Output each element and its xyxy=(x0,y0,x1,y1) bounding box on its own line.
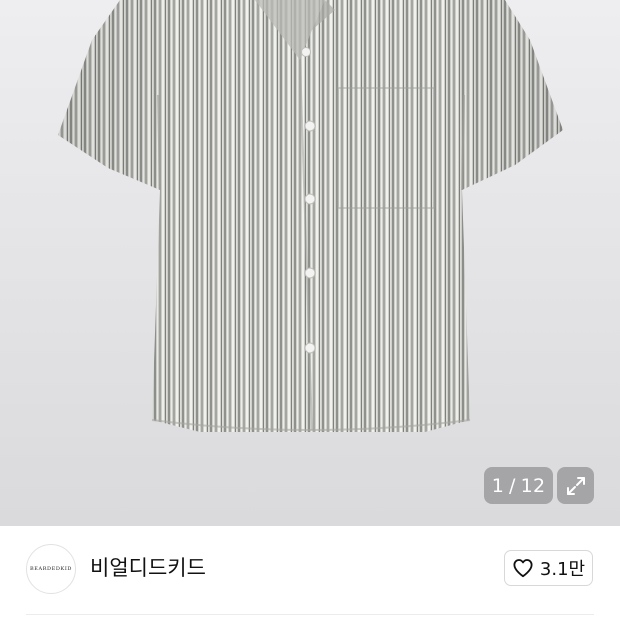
product-image xyxy=(58,0,563,432)
section-divider xyxy=(26,614,594,615)
store-row: BEARDEDKID 비얼디드키드 3.1만 xyxy=(0,526,620,620)
heart-icon xyxy=(513,559,533,578)
expand-image-button[interactable] xyxy=(557,467,594,504)
image-counter-separator: / xyxy=(509,474,516,497)
product-detail-screen: 1 / 12 BEARDEDKID 비얼디드키드 3.1만 xyxy=(0,0,620,620)
expand-icon xyxy=(566,476,585,495)
image-counter-current: 1 xyxy=(491,474,505,497)
image-counter: 1 / 12 xyxy=(484,467,553,504)
like-count: 3.1만 xyxy=(539,559,586,580)
image-counter-total: 12 xyxy=(520,474,546,497)
store-logo-text: BEARDEDKID xyxy=(29,566,73,572)
like-button[interactable]: 3.1만 xyxy=(504,550,593,586)
store-name[interactable]: 비얼디드키드 xyxy=(90,555,206,581)
product-image-gallery[interactable]: 1 / 12 xyxy=(0,0,620,526)
store-logo[interactable]: BEARDEDKID xyxy=(26,544,76,594)
